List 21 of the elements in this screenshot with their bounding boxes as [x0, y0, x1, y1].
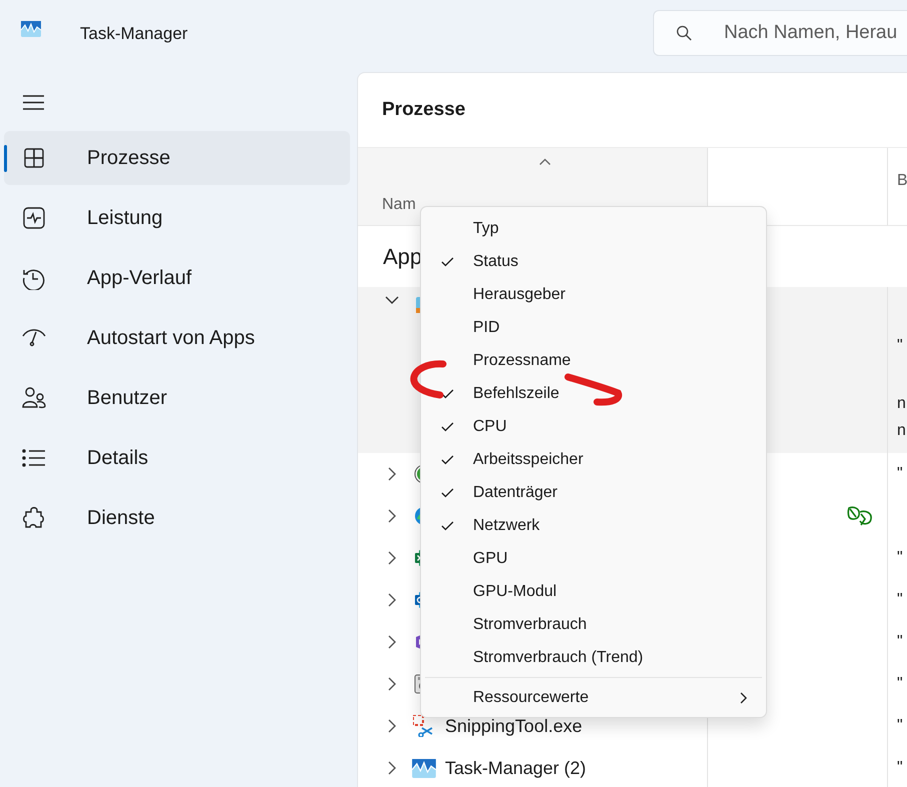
table-cell-text: n — [897, 394, 906, 414]
sidebar-label: App-Verlauf — [87, 266, 192, 290]
sidebar-label: Details — [87, 446, 148, 470]
sidebar-label: Benutzer — [87, 386, 168, 410]
process-name: Task-Manager (2) — [445, 758, 586, 778]
sidebar-label: Leistung — [87, 206, 163, 230]
table-cell: " — [897, 717, 903, 735]
table-cell: " — [897, 759, 903, 777]
table-cell: " — [897, 675, 903, 693]
group-label: App — [383, 242, 422, 271]
sidebar-label: Dienste — [87, 506, 155, 530]
sidebar-label: Autostart von Apps — [87, 326, 255, 350]
process-name: SnippingTool.exe — [445, 716, 582, 736]
table-cell-text: n — [897, 421, 906, 441]
table-cell: " — [897, 633, 903, 651]
window-title: Task-Manager — [80, 24, 188, 44]
table-cell-text: " — [897, 336, 903, 356]
table-cell: " — [897, 549, 903, 567]
table-cell: " — [897, 465, 903, 483]
sidebar-label: Prozesse — [87, 146, 170, 170]
table-cell: " — [897, 591, 903, 609]
